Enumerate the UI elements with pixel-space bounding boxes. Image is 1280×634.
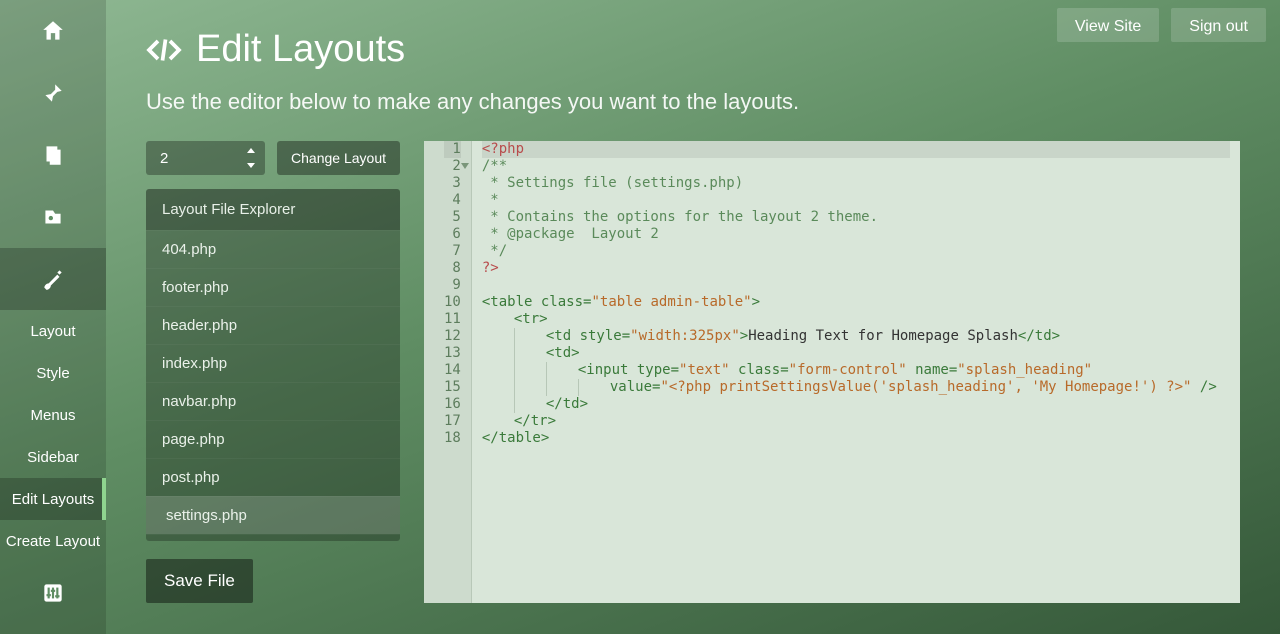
sign-out-button[interactable]: Sign out xyxy=(1171,8,1266,42)
file-item[interactable]: sidebar.php xyxy=(146,534,400,541)
pages-icon[interactable] xyxy=(0,124,106,186)
view-site-button[interactable]: View Site xyxy=(1057,8,1159,42)
file-item[interactable]: navbar.php xyxy=(146,382,400,420)
sliders-icon[interactable] xyxy=(0,562,106,624)
editor-gutter: 123456789101112131415161718 xyxy=(424,141,472,603)
sidebar-item-create-layout[interactable]: Create Layout xyxy=(0,520,106,562)
brush-icon[interactable] xyxy=(0,248,106,310)
layout-select-value: 2 xyxy=(160,150,168,167)
editor-code[interactable]: <?php/** * Settings file (settings.php) … xyxy=(472,141,1240,603)
file-item[interactable]: page.php xyxy=(146,420,400,458)
main-content: View Site Sign out Edit Layouts Use the … xyxy=(106,0,1280,634)
sidebar-item-edit-layouts[interactable]: Edit Layouts xyxy=(0,478,106,520)
page-title-text: Edit Layouts xyxy=(196,28,405,71)
page-subtitle: Use the editor below to make any changes… xyxy=(146,89,1240,115)
media-icon[interactable] xyxy=(0,186,106,248)
file-item[interactable]: 404.php xyxy=(146,230,400,268)
sidebar: LayoutStyleMenusSidebarEdit LayoutsCreat… xyxy=(0,0,106,634)
save-file-button[interactable]: Save File xyxy=(146,559,253,603)
sidebar-item-style[interactable]: Style xyxy=(0,352,106,394)
file-item[interactable]: header.php xyxy=(146,306,400,344)
code-icon xyxy=(146,32,182,68)
change-layout-button[interactable]: Change Layout xyxy=(277,141,400,175)
code-editor[interactable]: 123456789101112131415161718 <?php/** * S… xyxy=(424,141,1240,603)
pin-icon[interactable] xyxy=(0,62,106,124)
file-item[interactable]: footer.php xyxy=(146,268,400,306)
home-icon[interactable] xyxy=(0,0,106,62)
file-item[interactable]: index.php xyxy=(146,344,400,382)
file-explorer-header: Layout File Explorer xyxy=(146,189,400,230)
sidebar-item-sidebar[interactable]: Sidebar xyxy=(0,436,106,478)
sidebar-item-layout[interactable]: Layout xyxy=(0,310,106,352)
sidebar-item-menus[interactable]: Menus xyxy=(0,394,106,436)
file-item[interactable]: settings.php xyxy=(146,496,400,534)
file-explorer: Layout File Explorer 404.phpfooter.phphe… xyxy=(146,189,400,541)
layout-select[interactable]: 2 xyxy=(146,141,265,175)
file-item[interactable]: post.php xyxy=(146,458,400,496)
